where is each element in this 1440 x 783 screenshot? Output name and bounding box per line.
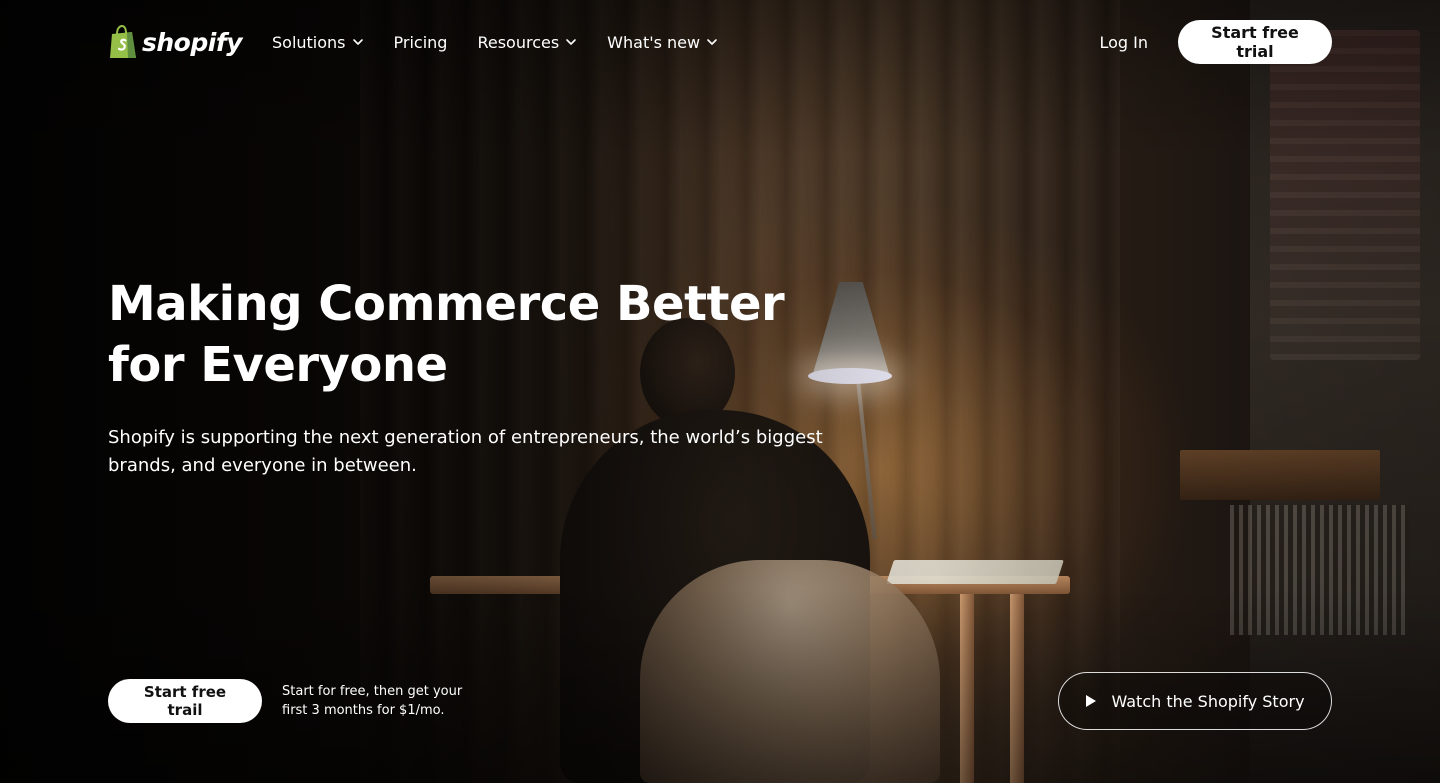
logo-link[interactable]: shopify	[108, 25, 243, 59]
hero-subtitle: Shopify is supporting the next generatio…	[108, 427, 823, 476]
nav-label: Solutions	[272, 32, 346, 52]
login-link[interactable]: Log In	[1099, 33, 1148, 52]
nav-item-pricing[interactable]: Pricing	[394, 33, 448, 52]
chevron-down-icon	[352, 39, 363, 45]
nav-label: What's new	[607, 32, 701, 52]
nav-item-resources[interactable]: Resources	[477, 33, 577, 52]
cta-note: Start for free, then get your first 3 mo…	[282, 684, 463, 718]
play-icon	[1086, 695, 1097, 707]
nav-label: Resources	[477, 32, 560, 52]
main-nav: Solutions Pricing Resources What's new	[272, 33, 718, 52]
logo-wordmark: shopify	[142, 27, 243, 57]
shopping-bag-icon	[110, 25, 136, 58]
watch-story-button[interactable]: Watch the Shopify Story	[1058, 672, 1332, 730]
chevron-down-icon	[566, 39, 576, 45]
start-free-trail-button[interactable]: Start free trail	[108, 679, 262, 723]
chevron-down-icon	[707, 39, 717, 45]
nav-label: Pricing	[393, 32, 448, 52]
nav-item-whats-new[interactable]: What's new	[607, 33, 718, 52]
site-header: shopify Solutions Pricing Resources What…	[0, 0, 1440, 84]
watch-story-label: Watch the Shopify Story	[1111, 691, 1305, 711]
hero-title: Making Commerce Better for Everyone	[108, 276, 785, 393]
header-actions: Log In Start free trial	[1099, 20, 1332, 64]
hero-cta-row: Start free trail Start for free, then ge…	[108, 679, 482, 723]
nav-item-solutions[interactable]: Solutions	[272, 33, 364, 52]
start-free-trial-button[interactable]: Start free trial	[1178, 20, 1332, 64]
